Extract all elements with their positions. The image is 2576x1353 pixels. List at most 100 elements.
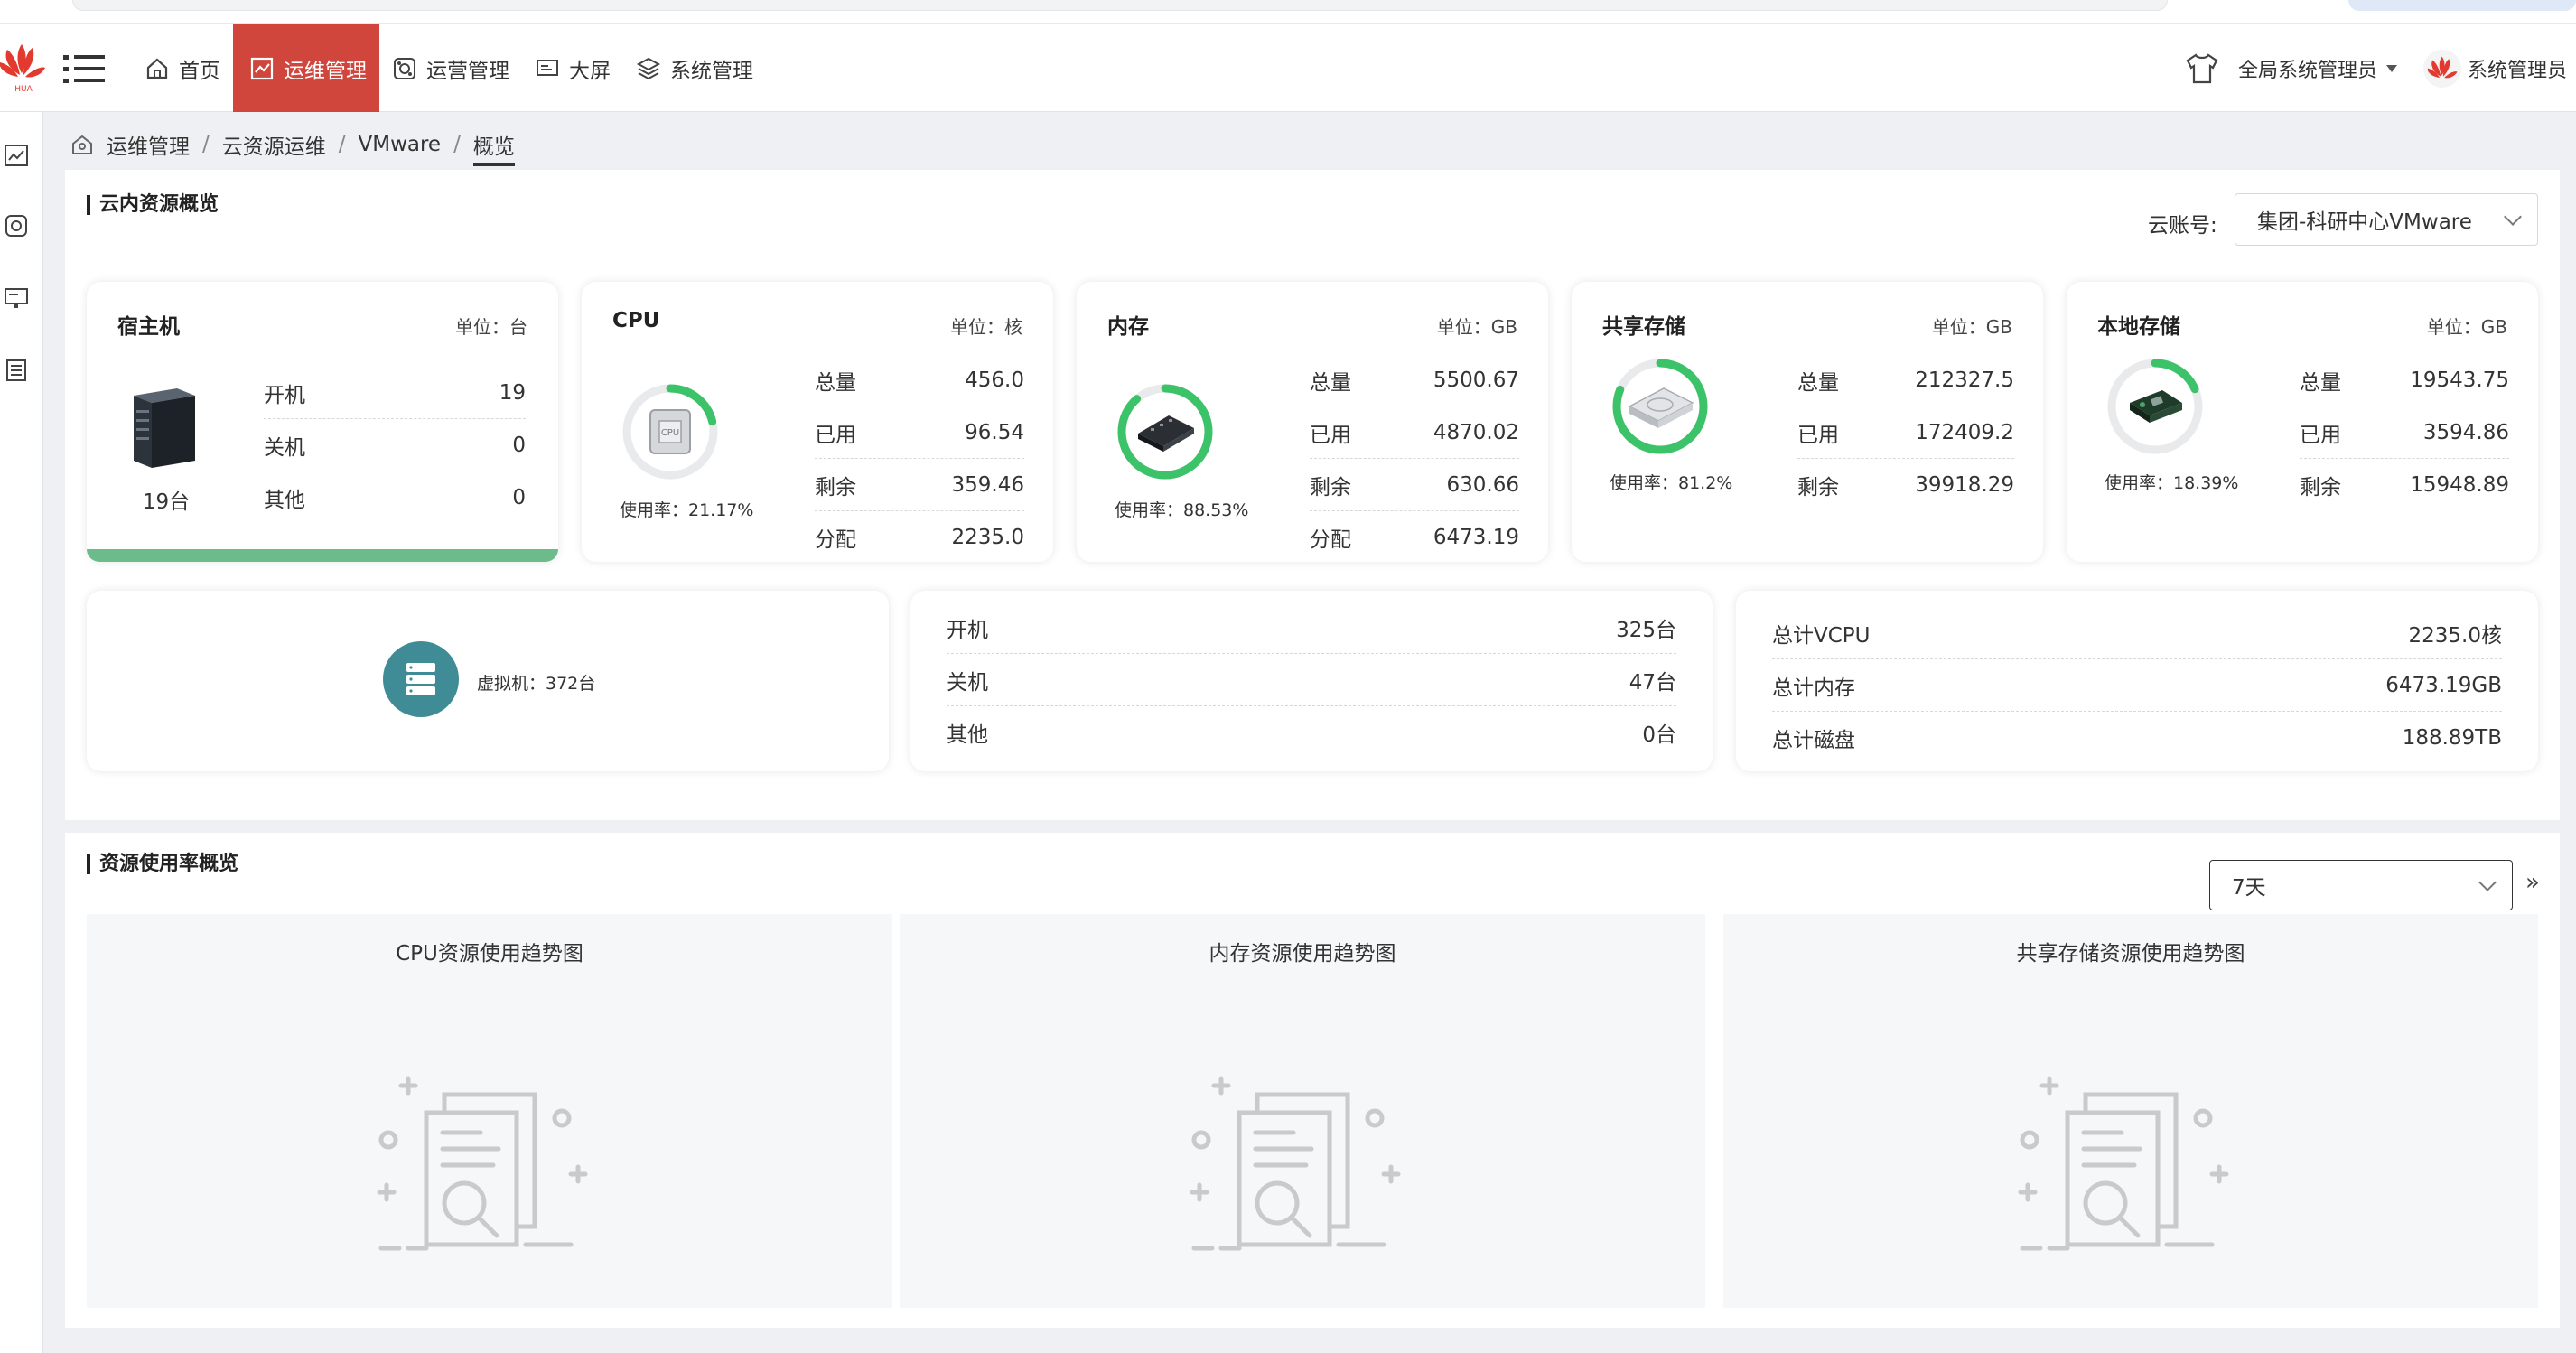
home-icon — [146, 58, 168, 79]
card-unit: 单位：GB — [2426, 316, 2507, 338]
breadcrumb-item[interactable]: 云资源运维 — [222, 129, 326, 160]
row-key: 已用 — [815, 423, 856, 447]
address-bar[interactable] — [72, 0, 2168, 11]
account-select[interactable]: 集团-科研中心VMware — [2235, 193, 2538, 246]
browser-top-strip — [0, 0, 2576, 23]
row-key: 剩余 — [2300, 476, 2341, 499]
memory-card[interactable]: 内存 单位：GB 使用率：88.53% 总量 5500.67 已用 4870.02 … — [1077, 282, 1548, 562]
host-card[interactable]: 宿主机 单位：台 19台 开机 19 关机 0 其他 0 — [87, 282, 558, 562]
rail-list-icon[interactable] — [4, 358, 29, 383]
empty-data-icon — [2018, 1076, 2229, 1251]
hamburger-menu-icon[interactable] — [63, 53, 105, 84]
nav-item-system[interactable]: 系统管理 — [623, 24, 766, 112]
row-key: 总量 — [1310, 370, 1351, 395]
rail-monitor-icon[interactable] — [4, 285, 29, 311]
empty-data-icon — [1190, 1076, 1401, 1251]
caret-down-icon[interactable] — [2385, 64, 2397, 72]
section-title: 资源使用率概览 — [87, 854, 238, 874]
row-key: 其他 — [947, 723, 988, 747]
circuit-board-icon — [2130, 390, 2182, 423]
chevron-down-icon — [2478, 873, 2497, 891]
nav-item-home[interactable]: 首页 — [132, 24, 233, 112]
nav-item-bigscreen[interactable]: 大屏 — [522, 24, 623, 112]
row-key: 已用 — [1797, 423, 1839, 447]
row-value: 456.0 — [965, 368, 1024, 392]
host-row: 开机 19 — [264, 367, 526, 419]
row-value: 630.66 — [1446, 472, 1519, 497]
top-right-pill[interactable] — [2348, 0, 2576, 11]
nav-item-label: 系统管理 — [670, 59, 753, 83]
role-selector[interactable]: 全局系统管理员 — [2238, 54, 2377, 83]
breadcrumb-separator: / — [453, 133, 461, 156]
breadcrumb: 运维管理 / 云资源运维 / VMware / 概览 — [70, 126, 515, 166]
memory-module-icon — [1138, 415, 1194, 452]
rail-chart-icon[interactable] — [4, 143, 29, 168]
resource-overview-panel: 云内资源概览 云账号: 集团-科研中心VMware 宿主机 单位：台 19台 开… — [65, 170, 2560, 820]
vm-status-card[interactable]: 开机 325台 关机 47台 其他 0台 — [910, 591, 1713, 771]
row-value: 47台 — [1629, 670, 1676, 695]
disk-drive-icon — [1628, 387, 1694, 428]
totals-card[interactable]: 总计VCPU 2235.0核 总计内存 6473.19GB 总计磁盘 188.89TB — [1736, 591, 2538, 771]
local-storage-card[interactable]: 本地存储 单位：GB 使用率：18.39% 总量 19543.75 已用 3594.… — [2067, 282, 2538, 562]
home-icon[interactable] — [70, 133, 94, 156]
memory-row: 总量 5500.67 — [1310, 354, 1519, 406]
left-rail — [0, 112, 43, 1353]
local-storage-usage-ring — [2107, 359, 2203, 454]
row-value: 325台 — [1616, 618, 1676, 642]
row-value: 172409.2 — [1915, 420, 2014, 444]
section-title: 云内资源概览 — [87, 195, 219, 215]
usage-rate: 使用率：88.53% — [1115, 500, 1249, 520]
rail-gear-icon[interactable] — [4, 213, 29, 238]
user-name[interactable]: 系统管理员 — [2468, 54, 2567, 83]
tshirt-icon[interactable] — [2184, 51, 2220, 87]
shared-row: 已用 172409.2 — [1797, 406, 2014, 459]
row-key: 总计内存 — [1772, 676, 1855, 700]
usage-rate: 使用率：18.39% — [2105, 473, 2239, 493]
usage-rate: 使用率：21.17% — [620, 500, 754, 520]
row-key: 关机 — [264, 435, 305, 460]
chart-line-icon — [250, 57, 274, 79]
row-key: 其他 — [264, 489, 305, 512]
row-value: 4870.02 — [1433, 420, 1519, 444]
chart-title: CPU资源使用趋势图 — [396, 942, 583, 966]
memory-row: 分配 6473.19 — [1310, 511, 1519, 564]
card-title: 本地存储 — [2097, 315, 2180, 339]
vm-summary-card[interactable]: 虚拟机：372台 — [87, 591, 889, 771]
user-avatar-icon[interactable] — [2422, 49, 2462, 89]
breadcrumb-separator: / — [202, 133, 210, 156]
row-value: 96.54 — [965, 420, 1024, 444]
vm-row: 其他 0台 — [947, 706, 1676, 759]
card-title: CPU — [612, 309, 660, 332]
chart-title: 内存资源使用趋势图 — [1209, 942, 1396, 966]
chevron-down-icon — [2504, 208, 2522, 226]
time-range-select[interactable]: 7天 — [2209, 860, 2513, 910]
row-value: 15948.89 — [2410, 473, 2509, 497]
cpu-row: 分配 2235.0 — [815, 511, 1024, 564]
row-key: 总量 — [1797, 370, 1839, 395]
local-row: 剩余 15948.89 — [2300, 459, 2509, 511]
cpu-trend-chart: CPU资源使用趋势图 — [87, 914, 892, 1308]
breadcrumb-current: 概览 — [472, 129, 515, 166]
row-value: 212327.5 — [1915, 368, 2014, 392]
card-title: 宿主机 — [117, 315, 180, 339]
vm-count: 虚拟机：372台 — [477, 674, 596, 694]
breadcrumb-separator: / — [338, 133, 346, 156]
cpu-card[interactable]: CPU 单位：核 CPU 使用率：21.17% 总量 456.0 已用 96.54 … — [582, 282, 1053, 562]
cpu-row: 已用 96.54 — [815, 406, 1024, 459]
shared-storage-card[interactable]: 共享存储 单位：GB 使用率：81.2% 总量 212327.5 已用 172409… — [1572, 282, 2043, 562]
svg-text:HUA: HUA — [14, 85, 33, 94]
host-count: 19台 — [142, 490, 191, 514]
nav-item-label: 运营管理 — [426, 59, 509, 83]
row-key: 剩余 — [815, 475, 856, 499]
nav-item-operation[interactable]: 运营管理 — [379, 24, 522, 112]
row-value: 2235.0核 — [2408, 623, 2502, 648]
row-value: 0台 — [1642, 723, 1676, 747]
row-value: 6473.19 — [1433, 526, 1519, 549]
row-key: 总计VCPU — [1772, 623, 1871, 648]
row-value: 2235.0 — [951, 526, 1024, 549]
breadcrumb-item[interactable]: 运维管理 — [107, 129, 190, 160]
nav-item-ops[interactable]: 运维管理 — [233, 24, 379, 112]
expand-more-button[interactable]: » — [2525, 869, 2540, 896]
memory-row: 已用 4870.02 — [1310, 406, 1519, 459]
breadcrumb-item[interactable]: VMware — [359, 133, 442, 156]
